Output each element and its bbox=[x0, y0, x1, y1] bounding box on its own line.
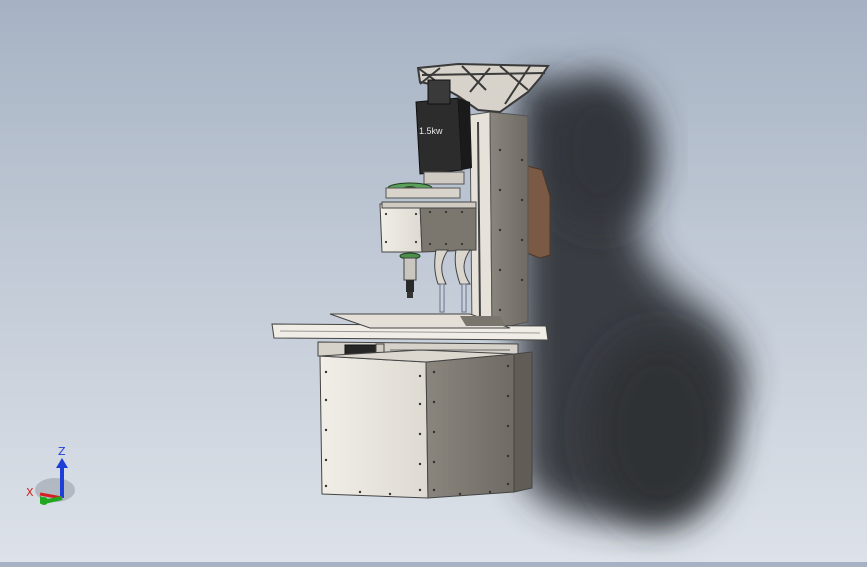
x-axis-label: X bbox=[26, 486, 34, 499]
base-cabinet bbox=[319, 349, 533, 499]
axis-triad: Z X bbox=[26, 445, 75, 505]
vertical-column bbox=[469, 111, 529, 333]
model-canvas: 1.5kw Z X bbox=[26, 62, 745, 525]
spindle-head bbox=[379, 201, 477, 313]
motor-label: 1.5kw bbox=[419, 126, 443, 136]
3d-viewport[interactable]: 1.5kw Z X bbox=[0, 0, 867, 562]
cast-shadow bbox=[520, 75, 745, 525]
z-axis-label: Z bbox=[58, 445, 66, 458]
drive-pulley bbox=[385, 182, 461, 199]
